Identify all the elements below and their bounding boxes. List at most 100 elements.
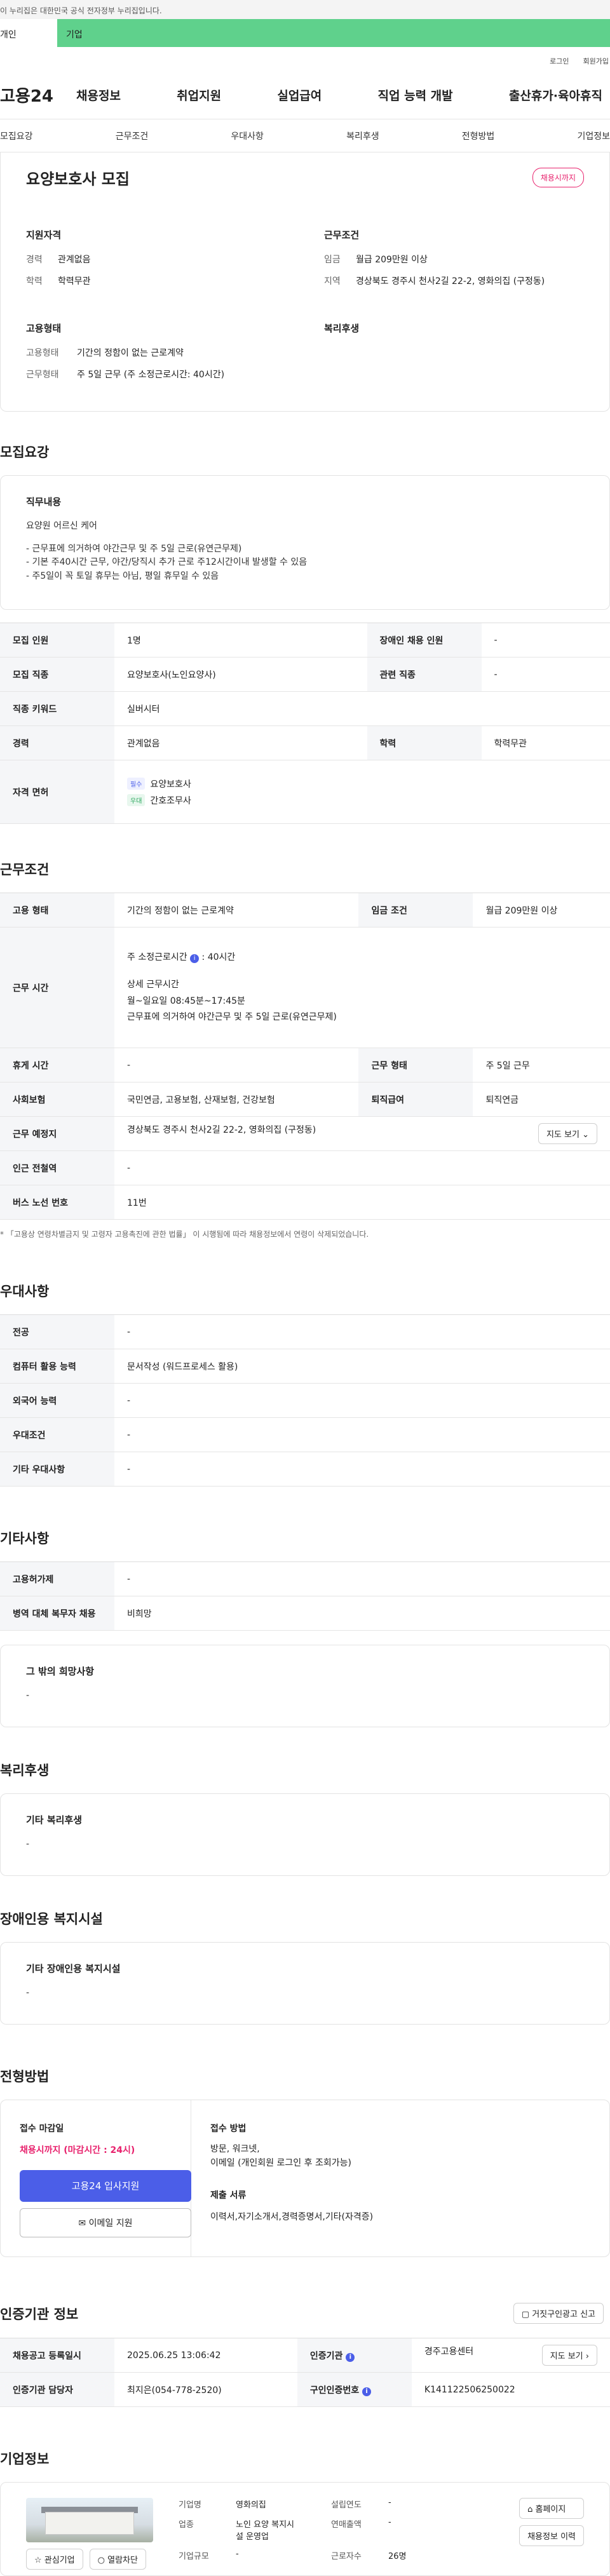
value: - — [236, 2549, 239, 2559]
num-label: 구인인증번호 — [309, 2385, 360, 2396]
table-row: 자격 면허 필수 요양보호사 우대 간호조무사 — [0, 760, 610, 824]
etc-table: 고용허가제 - 병역 대체 복무자 채용 비희망 — [0, 1561, 610, 1631]
cell-value: 관계없음 — [114, 725, 367, 760]
cell-value: 11번 — [114, 1185, 610, 1220]
anchor-recruit[interactable]: 모집요강 — [0, 130, 33, 142]
cell-label: 구인인증번호 i — [297, 2372, 412, 2407]
tab-corp[interactable]: 기업 — [57, 19, 610, 47]
cell-label: 장애인 채용 인원 — [367, 623, 482, 657]
table-row: 휴게 시간 - 근무 형태 주 5일 근무 — [0, 1048, 610, 1082]
value: 월급 209만원 이상 — [356, 255, 428, 265]
section-title-etc: 기타사항 — [0, 1531, 50, 1546]
cell-label: 인증기관 담당자 — [0, 2372, 114, 2407]
deadline-heading: 접수 마감일 — [20, 2124, 64, 2134]
info-icon[interactable]: i — [190, 954, 200, 964]
agency-map-button[interactable]: 지도 보기 › — [541, 2345, 597, 2366]
duty-line: 요양원 어르신 케어 — [26, 521, 97, 531]
login-link[interactable]: 로그인 — [550, 56, 569, 71]
value: 경상북도 경주시 천사2길 22-2, 영화의집 (구정동) — [356, 276, 545, 287]
job-history-button[interactable]: 채용정보 이력 — [519, 2525, 584, 2546]
deadline-badge: 채용시까지 — [532, 168, 584, 187]
gov-notice: 이 누리집은 대한민국 공식 전자정부 누리집입니다. — [0, 6, 162, 15]
report-fake-ad-button[interactable]: ▢ 거짓구인광고 신고 — [513, 2303, 604, 2324]
anchor-prefer[interactable]: 우대사항 — [231, 130, 264, 142]
section-title-prefer: 우대사항 — [0, 1284, 50, 1299]
cell-value: - — [481, 623, 610, 657]
label: 경력 — [26, 255, 43, 265]
emp-heading: 고용형태 — [26, 323, 62, 334]
site-logo[interactable]: 고용24 — [0, 83, 76, 107]
cell-label: 인근 전철역 — [0, 1150, 114, 1185]
cell-label: 모집 인원 — [0, 623, 114, 657]
cell-label: 학력 — [367, 725, 482, 760]
tab-person[interactable]: 개인 — [0, 19, 57, 47]
welfare-box: 기타 복리후생 - — [0, 1793, 610, 1876]
homepage-label: 홈페이지 — [535, 2505, 566, 2514]
cell-label: 기타 우대사항 — [0, 1452, 114, 1487]
cell-value: K141122506250022 — [411, 2372, 610, 2407]
table-row: 기타 우대사항 - — [0, 1452, 610, 1487]
cell-label: 사회보험 — [0, 1082, 114, 1117]
table-row: 전공 - — [0, 1314, 610, 1349]
time-detail-line: 근무표에 의거하여 야간근무 및 주 5일 근로(유연근무제) — [127, 1011, 337, 1022]
hope-heading: 그 밖의 희망사항 — [26, 1666, 95, 1677]
label: 기업명 — [179, 2500, 201, 2510]
join-link[interactable]: 회원가입 — [583, 56, 609, 71]
util-links: 로그인 회원가입 — [0, 47, 610, 71]
week-hours-label: 주 소정근로시간 — [127, 952, 187, 963]
mail-icon: ✉ — [78, 2218, 86, 2229]
apply-button[interactable]: 고용24 입사지원 — [20, 2170, 191, 2202]
cell-label: 휴게 시간 — [0, 1048, 114, 1082]
menu-item-parental-leave[interactable]: 출산휴가·육아휴직 — [509, 86, 602, 104]
favorite-company-button[interactable]: ☆ 관심기업 — [26, 2549, 83, 2570]
label: 근무형태 — [26, 370, 59, 380]
section-title-disabled: 장애인용 복지시설 — [0, 1912, 103, 1927]
table-row: 채용공고 등록일시 2025.06.25 13:06:42 인증기관 i 경주고용센터… — [0, 2338, 610, 2373]
anchor-company[interactable]: 기업정보 — [577, 130, 610, 142]
recruit-table: 모집 인원 1명 장애인 채용 인원 - 모집 직종 요양보호사(노인요양사) 관련 직종… — [0, 623, 610, 824]
cell-label: 관련 직종 — [367, 657, 482, 692]
cell-label: 전공 — [0, 1314, 114, 1349]
anchor-process[interactable]: 전형방법 — [462, 130, 495, 142]
cell-label: 외국어 능력 — [0, 1383, 114, 1418]
info-icon[interactable]: i — [362, 2387, 372, 2396]
anchor-work[interactable]: 근무조건 — [116, 130, 149, 142]
table-row: 근무 시간 주 소정근로시간 i : 40시간 상세 근무시간 월~일요일 08… — [0, 927, 610, 1048]
cell-label: 인증기관 i — [297, 2338, 412, 2373]
menu-item-employment-support[interactable]: 취업지원 — [177, 86, 221, 104]
table-row: 사회보험 국민연금, 고용보험, 산재보험, 건강보험 퇴직급여 퇴직연금 — [0, 1082, 610, 1117]
welfare-box-value: - — [26, 1839, 30, 1849]
company-name: 영화의집 — [236, 2500, 266, 2510]
cell-value: - — [114, 1150, 610, 1185]
cell-label: 채용공고 등록일시 — [0, 2338, 114, 2373]
deadline-value: 채용시까지 (마감시간 : 24시) — [20, 2145, 135, 2155]
homepage-button[interactable]: ⌂ 홈페이지 — [519, 2498, 584, 2519]
prefer-table: 전공 - 컴퓨터 활용 능력 문서작성 (워드프로세스 활용) 외국어 능력 - 우대… — [0, 1314, 610, 1487]
map-button-label: 지도 보기 — [546, 1130, 580, 1140]
cell-value: 퇴직연금 — [473, 1082, 610, 1117]
email-apply-button[interactable]: ✉ 이메일 지원 — [20, 2208, 191, 2237]
block-view-button[interactable]: ○ 열람차단 — [89, 2549, 146, 2570]
menu-item-unemployment-benefit[interactable]: 실업급여 — [277, 86, 322, 104]
industry: 노인 요양 복지시 설 운영업 — [236, 2518, 331, 2542]
anchor-welfare[interactable]: 복리후생 — [346, 130, 379, 142]
menu-item-job-training[interactable]: 직업 능력 개발 — [378, 86, 453, 104]
table-row: 모집 직종 요양보호사(노인요양사) 관련 직종 - — [0, 657, 610, 692]
company-card: ☆ 관심기업 ○ 열람차단 기업명 영화의집 설립연도 - 업종 노인 요양 복지시 설… — [0, 2482, 610, 2576]
docs-heading: 제출 서류 — [210, 2190, 247, 2201]
info-icon[interactable]: i — [346, 2352, 355, 2362]
duty-line: - 주5일이 꼭 토일 휴무는 아님, 평일 휴무일 수 있음 — [26, 571, 219, 582]
report-label: 거짓구인광고 신고 — [532, 2310, 595, 2319]
section-title-company: 기업정보 — [0, 2451, 50, 2467]
table-row: 모집 인원 1명 장애인 채용 인원 - — [0, 623, 610, 657]
value: 26명 — [388, 2552, 407, 2561]
map-button-label: 지도 보기 — [550, 2352, 583, 2361]
table-row: 컴퓨터 활용 능력 문서작성 (워드프로세스 활용) — [0, 1349, 610, 1384]
report-icon: ▢ — [521, 2310, 530, 2319]
duty-line: - 근무표에 의거하여 야간근무 및 주 5일 근로(유연근무제) — [26, 543, 242, 554]
cell-label: 경력 — [0, 725, 114, 760]
section-title-agency: 인증기관 정보 — [0, 2306, 79, 2322]
menu-item-jobs[interactable]: 채용정보 — [76, 86, 121, 104]
license-tag: 필수 — [127, 778, 146, 790]
map-button[interactable]: 지도 보기 ⌄ — [538, 1123, 597, 1144]
